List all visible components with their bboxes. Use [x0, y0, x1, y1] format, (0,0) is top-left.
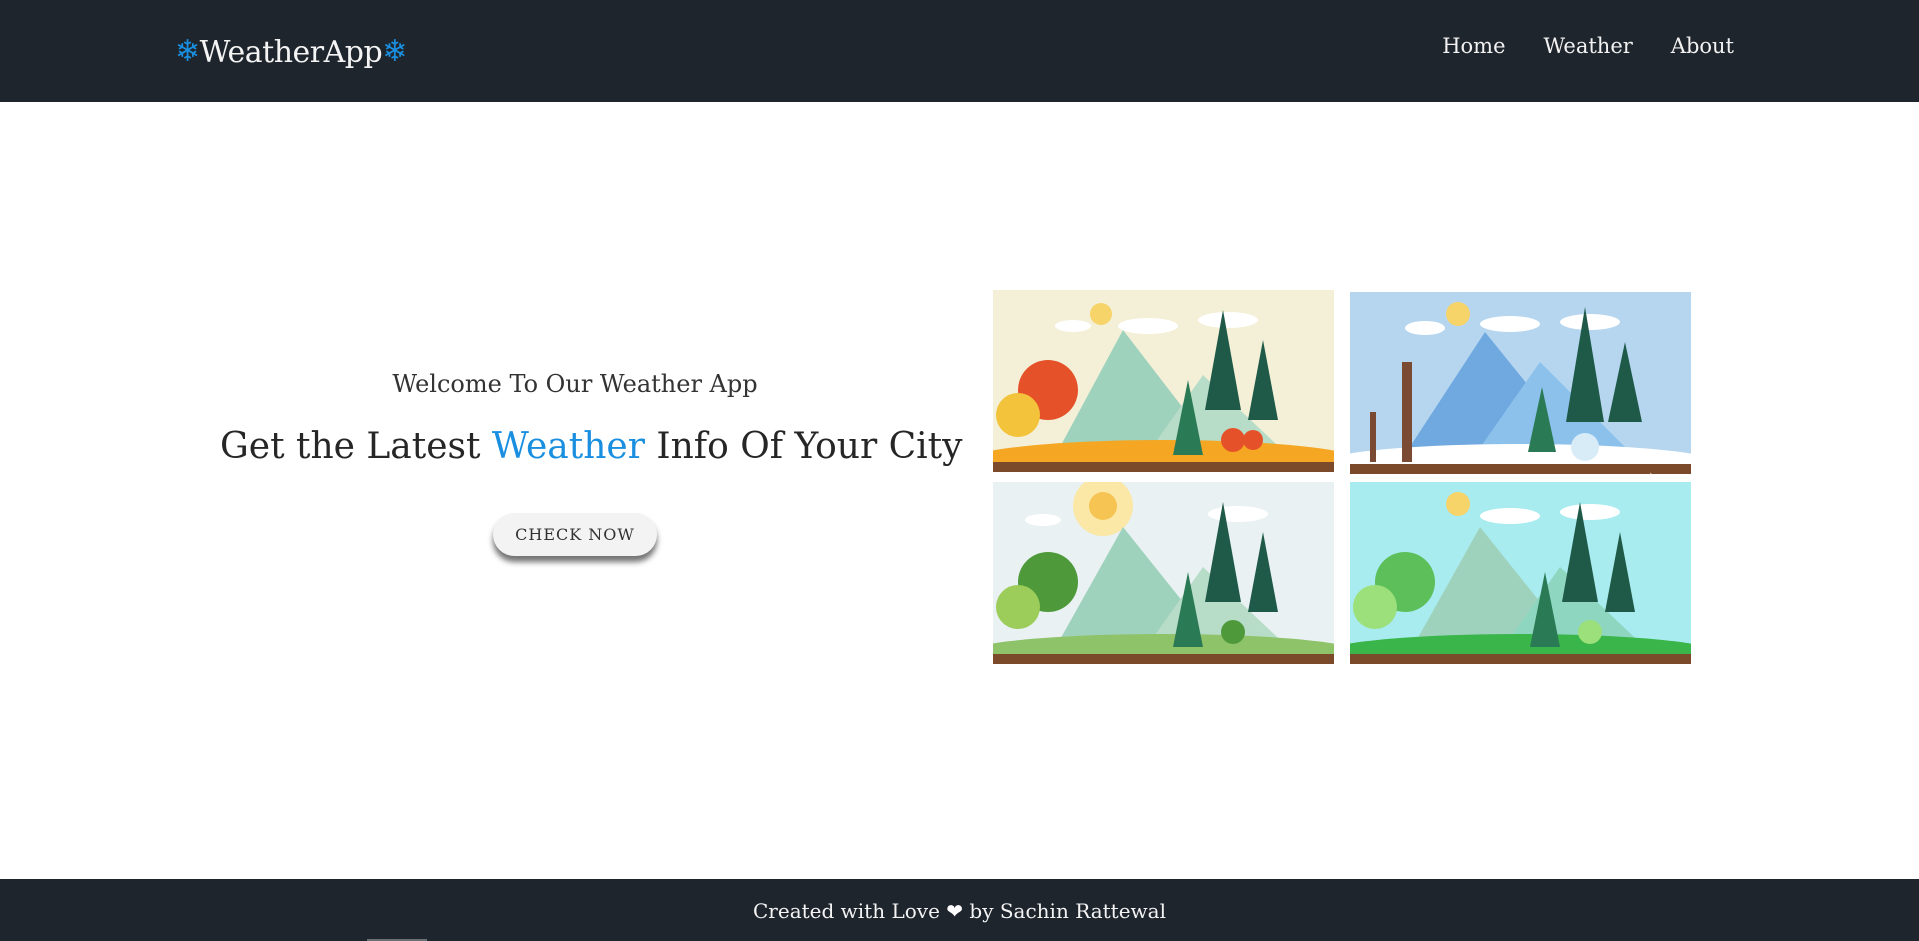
check-now-button[interactable]: CHECK NOW: [493, 513, 657, 556]
summer-landscape-image: [993, 482, 1334, 664]
carousel-next-arrow[interactable]: ›: [1648, 465, 1657, 490]
spring-landscape-image: [1350, 482, 1691, 664]
nav-link-weather[interactable]: Weather: [1544, 34, 1633, 58]
headline-prefix: Get the Latest: [220, 426, 492, 467]
headline-accent: Weather: [491, 426, 645, 467]
carousel-prev-arrow[interactable]: ‹: [1026, 465, 1035, 490]
footer-text-before: Created with Love: [753, 899, 947, 923]
season-carousel: ‹ ›: [993, 290, 1691, 665]
headline: Get the Latest Weather Info Of Your City: [220, 426, 963, 467]
welcome-text: Welcome To Our Weather App: [392, 370, 758, 398]
nav-links: Home Weather About: [1442, 34, 1734, 58]
winter-landscape-image: [1350, 292, 1691, 474]
nav-link-about[interactable]: About: [1671, 34, 1734, 58]
heart-icon: ❤: [946, 899, 964, 923]
brand-logo[interactable]: ❄ WeatherApp ❄: [175, 32, 407, 72]
footer-text-after: by Sachin Rattewal: [963, 899, 1166, 923]
snowflake-icon: ❄: [382, 34, 407, 69]
nav-link-home[interactable]: Home: [1442, 34, 1505, 58]
footer-credit: Created with Love ❤ by Sachin Rattewal: [753, 899, 1166, 923]
footer: Created with Love ❤ by Sachin Rattewal: [0, 879, 1919, 941]
headline-suffix: Info Of Your City: [644, 426, 963, 467]
snowflake-icon: ❄: [175, 34, 200, 69]
hero-section: Welcome To Our Weather App Get the Lates…: [220, 370, 963, 556]
autumn-landscape-image: [993, 290, 1334, 472]
brand-name: WeatherApp: [199, 34, 383, 70]
navbar: ❄ WeatherApp ❄ Home Weather About: [0, 0, 1919, 102]
